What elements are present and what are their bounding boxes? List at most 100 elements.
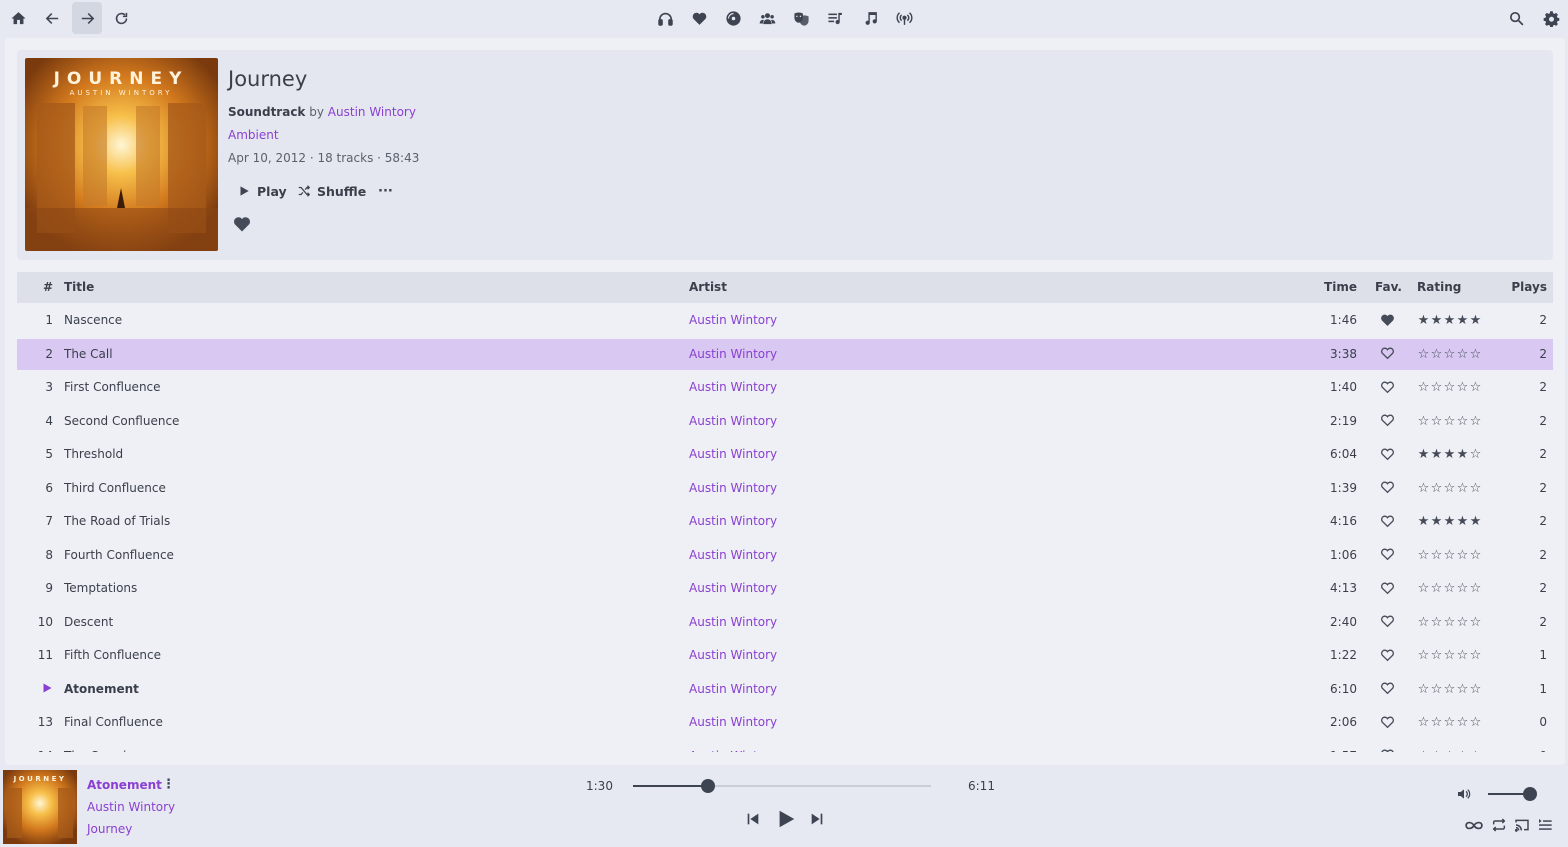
track-artist-link[interactable]: Austin Wintory [689,372,777,403]
star-icon[interactable]: ☆ [1430,683,1443,696]
star-icon[interactable]: ☆ [1456,415,1469,428]
compact-disc-icon[interactable] [718,2,748,34]
table-row[interactable]: 13 Final Confluence Austin Wintory 2:06 ☆ ☆ ☆ ☆… [17,707,1553,738]
table-row[interactable]: 10 Descent Austin Wintory 2:40 ☆ ☆ ☆ ☆ ☆ 2 [17,607,1553,638]
header-num[interactable]: # [33,272,53,303]
music-note-icon[interactable] [855,2,885,34]
album-artist-link[interactable]: Austin Wintory [328,105,416,119]
repeat-button[interactable] [1490,816,1508,834]
star-icon[interactable]: ☆ [1456,649,1469,662]
forward-icon[interactable] [72,2,102,34]
seek-handle[interactable] [700,779,715,793]
star-icon[interactable]: ☆ [1417,381,1430,394]
star-icon[interactable]: ☆ [1469,582,1482,595]
table-row[interactable]: 2 The Call Austin Wintory 3:38 ☆ ☆ ☆ ☆ ☆ 2 [17,338,1553,370]
more-options-button[interactable]: ··· [378,180,393,202]
track-title[interactable]: Second Confluence [64,406,179,437]
star-icon[interactable]: ☆ [1469,616,1482,629]
star-icon[interactable]: ★ [1456,515,1469,528]
star-icon[interactable]: ☆ [1456,716,1469,729]
track-title[interactable]: The Road of Trials [64,506,170,537]
star-icon[interactable]: ☆ [1469,750,1482,753]
track-artist-link[interactable]: Austin Wintory [689,607,777,638]
headphones-icon[interactable] [650,2,680,34]
refresh-icon[interactable] [106,2,136,34]
heart-outline-icon[interactable] [1377,439,1397,470]
star-icon[interactable]: ☆ [1443,549,1456,562]
star-icon[interactable]: ☆ [1469,482,1482,495]
table-row[interactable]: 14The CrossingAustin Wintory1:57☆☆☆☆☆0 [17,741,1553,753]
star-icon[interactable]: ☆ [1430,716,1443,729]
track-artist-link[interactable]: Austin Wintory [689,305,777,336]
table-row[interactable]: 11 Fifth Confluence Austin Wintory 1:22 ☆ ☆ ☆ ☆… [17,640,1553,671]
search-icon[interactable] [1501,2,1531,34]
star-icon[interactable]: ☆ [1456,750,1469,753]
now-playing-title[interactable]: Atonement [87,778,162,792]
volume-slider[interactable] [1488,787,1538,801]
track-artist-link[interactable]: Austin Wintory [689,640,777,671]
header-fav[interactable]: Fav. [1375,272,1402,303]
heart-outline-icon[interactable] [1377,674,1397,705]
star-icon[interactable]: ★ [1469,515,1482,528]
track-artist-link[interactable]: Austin Wintory [689,707,777,738]
table-row[interactable]: 3 First Confluence Austin Wintory 1:40 ☆ ☆ ☆ ☆ ☆… [17,372,1553,403]
star-icon[interactable]: ☆ [1469,649,1482,662]
heart-outline-icon[interactable] [1377,473,1397,504]
star-icon[interactable]: ☆ [1417,750,1430,753]
star-icon[interactable]: ☆ [1430,582,1443,595]
track-title[interactable]: Atonement [64,674,139,705]
play-pause-button[interactable] [774,807,798,831]
table-row[interactable]: 8 Fourth Confluence Austin Wintory 1:06 ☆ ☆ ☆ ☆… [17,540,1553,571]
star-icon[interactable]: ★ [1430,515,1443,528]
previous-button[interactable] [743,809,763,829]
track-title[interactable]: Temptations [64,573,137,604]
star-icon[interactable]: ☆ [1417,348,1430,361]
header-rating[interactable]: Rating [1417,272,1461,303]
table-row[interactable]: 6 Third Confluence Austin Wintory 1:39 ☆ ☆ ☆ ☆ ☆… [17,473,1553,504]
track-artist-link[interactable]: Austin Wintory [689,439,777,470]
star-icon[interactable]: ☆ [1469,549,1482,562]
star-icon[interactable]: ☆ [1430,348,1443,361]
cast-button[interactable] [1513,816,1531,834]
star-icon[interactable]: ☆ [1469,683,1482,696]
track-artist-link[interactable]: Austin Wintory [689,674,777,705]
track-title[interactable]: Fourth Confluence [64,540,174,571]
heart-icon[interactable] [684,2,714,34]
star-icon[interactable]: ☆ [1417,549,1430,562]
star-icon[interactable]: ☆ [1430,381,1443,394]
table-row[interactable]: Atonement Austin Wintory 6:10 ☆ ☆ ☆ ☆ ☆ 1 [17,674,1553,705]
track-title[interactable]: First Confluence [64,372,161,403]
star-icon[interactable]: ★ [1417,515,1430,528]
heart-outline-icon[interactable] [1377,506,1397,537]
star-icon[interactable]: ☆ [1430,649,1443,662]
track-artist-link[interactable]: Austin Wintory [689,540,777,571]
heart-outline-icon[interactable] [1377,372,1397,403]
star-icon[interactable]: ☆ [1443,649,1456,662]
next-button[interactable] [807,809,827,829]
star-icon[interactable]: ☆ [1430,415,1443,428]
star-icon[interactable]: ☆ [1456,683,1469,696]
queue-button[interactable] [1536,816,1554,834]
masks-icon[interactable] [786,2,816,34]
heart-outline-icon[interactable] [1377,573,1397,604]
star-icon[interactable]: ☆ [1469,448,1482,461]
star-icon[interactable]: ☆ [1417,683,1430,696]
star-icon[interactable]: ★ [1417,314,1430,327]
star-icon[interactable]: ☆ [1469,716,1482,729]
now-playing-artist[interactable]: Austin Wintory [87,800,175,814]
shuffle-button[interactable]: Shuffle [297,180,366,202]
star-icon[interactable]: ☆ [1443,616,1456,629]
star-icon[interactable]: ☆ [1443,683,1456,696]
track-artist-link[interactable]: Austin Wintory [689,741,777,753]
track-artist-link[interactable]: Austin Wintory [689,339,777,370]
table-row[interactable]: 1 Nascence Austin Wintory 1:46 ★ ★ ★ ★ ★ 2 [17,305,1553,336]
gear-icon[interactable] [1536,2,1566,34]
star-icon[interactable]: ☆ [1430,482,1443,495]
star-icon[interactable]: ★ [1443,314,1456,327]
star-icon[interactable]: ☆ [1469,348,1482,361]
track-title[interactable]: Descent [64,607,113,638]
header-time[interactable]: Time [1307,272,1357,303]
album-favorite-button[interactable] [232,214,252,234]
heart-filled-icon[interactable] [1377,305,1397,336]
table-row[interactable]: 7 The Road of Trials Austin Wintory 4:16 ★ ★ ★… [17,506,1553,537]
